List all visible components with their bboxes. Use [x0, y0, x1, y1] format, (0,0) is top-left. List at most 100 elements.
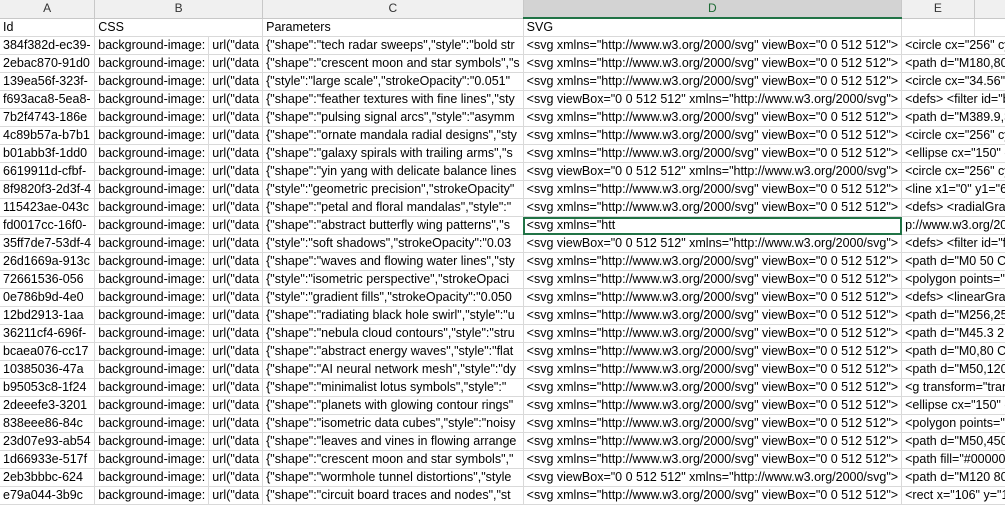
cell-id[interactable]: 72661536-056: [0, 270, 96, 289]
cell-svg-overflow[interactable]: <polygon points="100,100 140,8: [901, 270, 1005, 289]
cell-parameters[interactable]: {"shape":"ornate mandala radial designs"…: [262, 126, 524, 145]
header-cell-parameters[interactable]: Parameters: [262, 18, 524, 37]
header-cell-empty[interactable]: [901, 18, 975, 37]
cell-css[interactable]: background-image:: [94, 252, 210, 271]
cell-parameters[interactable]: {"shape":"galaxy spirals with trailing a…: [262, 144, 524, 163]
cell-id[interactable]: f693aca8-5ea8-: [0, 90, 96, 109]
cell-css-url[interactable]: url("data: [208, 234, 264, 253]
cell-svg[interactable]: <svg xmlns="http://www.w3.org/2000/svg" …: [523, 396, 903, 415]
cell-id[interactable]: 2eb3bbbc-624: [0, 468, 96, 487]
cell-css-url[interactable]: url("data: [208, 432, 264, 451]
cell-parameters[interactable]: {"shape":"crescent moon and star symbols…: [262, 450, 524, 469]
cell-css-url[interactable]: url("data: [208, 468, 264, 487]
cell-svg-overflow[interactable]: <defs> <radialGradient id="g1: [901, 198, 1005, 217]
cell-parameters[interactable]: {"shape":"radiating black hole swirl","s…: [262, 306, 524, 325]
cell-parameters[interactable]: {"shape":"abstract butterfly wing patter…: [262, 216, 524, 235]
cell-parameters[interactable]: {"shape":"minimalist lotus symbols","sty…: [262, 378, 524, 397]
cell-css[interactable]: background-image:: [94, 144, 210, 163]
cell-svg-overflow[interactable]: <polygon points="100,200 134.6: [901, 414, 1005, 433]
cell-svg-overflow[interactable]: <g transform="translate(80,120): [901, 378, 1005, 397]
cell-css[interactable]: background-image:: [94, 396, 210, 415]
header-cell-svg[interactable]: SVG: [523, 18, 903, 37]
cell-css[interactable]: background-image:: [94, 54, 210, 73]
cell-svg[interactable]: <svg xmlns="http://www.w3.org/2000/svg" …: [523, 414, 903, 433]
cell-css-url[interactable]: url("data: [208, 324, 264, 343]
cell-css-url[interactable]: url("data: [208, 180, 264, 199]
cell-id[interactable]: 1d66933e-517f: [0, 450, 96, 469]
cell-id[interactable]: 838eee86-84c: [0, 414, 96, 433]
cell-parameters[interactable]: {"shape":"petal and floral mandalas","st…: [262, 198, 524, 217]
cell-css-url[interactable]: url("data: [208, 414, 264, 433]
cell-parameters[interactable]: {"shape":"isometric data cubes","style":…: [262, 414, 524, 433]
cell-parameters[interactable]: {"shape":"nebula cloud contours","style"…: [262, 324, 524, 343]
cell-css[interactable]: background-image:: [94, 216, 210, 235]
cell-svg[interactable]: <svg xmlns="http://www.w3.org/2000/svg" …: [523, 486, 903, 505]
cell-css[interactable]: background-image:: [94, 126, 210, 145]
cell-svg-overflow[interactable]: <path d="M50,120 C80,100 130: [901, 360, 1005, 379]
cell-css-url[interactable]: url("data: [208, 306, 264, 325]
cell-svg[interactable]: <svg xmlns="http://www.w3.org/2000/svg" …: [523, 288, 903, 307]
cell-svg[interactable]: <svg xmlns="http://www.w3.org/2000/svg" …: [523, 126, 903, 145]
cell-id[interactable]: fd0017cc-16f0-: [0, 216, 96, 235]
cell-parameters[interactable]: {"shape":"circuit board traces and nodes…: [262, 486, 524, 505]
cell-svg-overflow[interactable]: <ellipse cx="150" cy="150" rx="8: [901, 396, 1005, 415]
cell-svg-overflow[interactable]: <rect x="106" y="106" width="30: [901, 486, 1005, 505]
header-cell-empty[interactable]: [974, 18, 1005, 37]
cell-id[interactable]: 8f9820f3-2d3f-4: [0, 180, 96, 199]
cell-id[interactable]: b95053c8-1f24: [0, 378, 96, 397]
cell-css[interactable]: background-image:: [94, 198, 210, 217]
cell-svg-overflow[interactable]: p://www.w3.org/2000/svg" viewBox="0 0 51…: [901, 216, 1005, 235]
cell-id[interactable]: 384f382d-ec39-: [0, 36, 96, 55]
cell-id[interactable]: 12bd2913-1aa: [0, 306, 96, 325]
cell-svg-overflow[interactable]: <defs> <filter id="b"> <feG: [901, 90, 1005, 109]
cell-css[interactable]: background-image:: [94, 234, 210, 253]
cell-svg-overflow[interactable]: <path d="M50,450 C70,400 120: [901, 432, 1005, 451]
cell-parameters[interactable]: {"style":"geometric precision","strokeOp…: [262, 180, 524, 199]
cell-svg[interactable]: <svg xmlns="http://www.w3.org/2000/svg" …: [523, 270, 903, 289]
cell-svg[interactable]: <svg xmlns="http://www.w3.org/2000/svg" …: [523, 432, 903, 451]
cell-svg[interactable]: <svg xmlns="http://www.w3.org/2000/svg" …: [523, 72, 903, 91]
cell-parameters[interactable]: {"shape":"tech radar sweeps","style":"bo…: [262, 36, 524, 55]
cell-css-url[interactable]: url("data: [208, 144, 264, 163]
cell-css-url[interactable]: url("data: [208, 378, 264, 397]
cell-css[interactable]: background-image:: [94, 486, 210, 505]
cell-parameters[interactable]: {"style":"large scale","strokeOpacity":"…: [262, 72, 524, 91]
cell-svg[interactable]: <svg xmlns="http://www.w3.org/2000/svg" …: [523, 324, 903, 343]
cell-parameters[interactable]: {"style":"soft shadows","strokeOpacity":…: [262, 234, 524, 253]
cell-svg[interactable]: <svg xmlns="http://www.w3.org/2000/svg" …: [523, 306, 903, 325]
cell-css[interactable]: background-image:: [94, 360, 210, 379]
header-cell-id[interactable]: Id: [0, 18, 96, 37]
cell-css[interactable]: background-image:: [94, 72, 210, 91]
cell-id[interactable]: e79a044-3b9c: [0, 486, 96, 505]
cell-svg[interactable]: <svg xmlns="http://www.w3.org/2000/svg" …: [523, 144, 903, 163]
cell-id[interactable]: 0e786b9d-4e0: [0, 288, 96, 307]
cell-svg[interactable]: <svg xmlns="http://www.w3.org/2000/svg" …: [523, 342, 903, 361]
column-header-a[interactable]: A: [0, 0, 96, 19]
cell-svg[interactable]: <svg xmlns="http://www.w3.org/2000/svg" …: [523, 108, 903, 127]
cell-css-url[interactable]: url("data: [208, 450, 264, 469]
cell-svg[interactable]: <svg xmlns="http://www.w3.org/2000/svg" …: [523, 378, 903, 397]
cell-svg[interactable]: <svg xmlns="http://www.w3.org/2000/svg" …: [523, 36, 903, 55]
cell-svg-overflow[interactable]: <circle cx="256" cy="256" r="24: [901, 36, 1005, 55]
cell-css-url[interactable]: url("data: [208, 72, 264, 91]
cell-css-url[interactable]: url("data: [208, 54, 264, 73]
cell-css[interactable]: background-image:: [94, 90, 210, 109]
cell-parameters[interactable]: {"shape":"planets with glowing contour r…: [262, 396, 524, 415]
cell-css[interactable]: background-image:: [94, 378, 210, 397]
cell-id[interactable]: 4c89b57a-b7b1: [0, 126, 96, 145]
cell-id[interactable]: 7b2f4743-186e: [0, 108, 96, 127]
cell-css[interactable]: background-image:: [94, 306, 210, 325]
cell-parameters[interactable]: {"shape":"wormhole tunnel distortions","…: [262, 468, 524, 487]
cell-css-url[interactable]: url("data: [208, 486, 264, 505]
cell-css[interactable]: background-image:: [94, 270, 210, 289]
cell-css-url[interactable]: url("data: [208, 162, 264, 181]
cell-svg-overflow[interactable]: <circle cx="256" cy="256" r="18: [901, 126, 1005, 145]
cell-id[interactable]: bcaea076-cc17: [0, 342, 96, 361]
cell-parameters[interactable]: {"shape":"abstract energy waves","style"…: [262, 342, 524, 361]
header-cell-css[interactable]: CSS: [94, 18, 264, 37]
cell-id[interactable]: 6619911d-cfbf-: [0, 162, 96, 181]
cell-svg[interactable]: <svg viewBox="0 0 512 512" xmlns="http:/…: [523, 234, 903, 253]
cell-svg-overflow[interactable]: <path d="M45.3 210.6 C78.1 19: [901, 324, 1005, 343]
cell-svg-overflow[interactable]: <line x1="0" y1="64" x2="512" y: [901, 180, 1005, 199]
cell-css-url[interactable]: url("data: [208, 198, 264, 217]
